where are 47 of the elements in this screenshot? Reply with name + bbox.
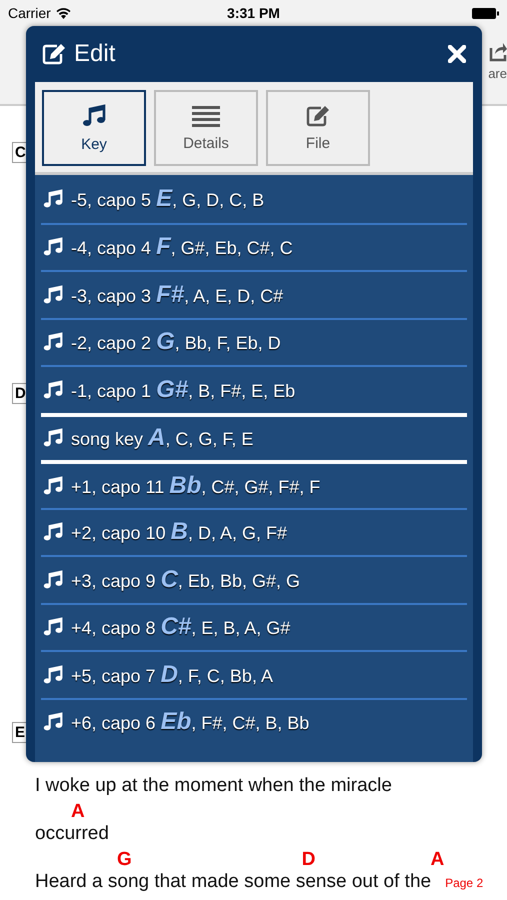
music-note-icon [43,476,63,496]
key-option[interactable]: song key A, C, G, F, E [41,412,467,460]
clock: 3:31 PM [227,5,280,21]
battery-icon [472,8,499,18]
chord-name: D [302,849,316,871]
carrier-name: Carrier [8,5,51,21]
music-note-icon [43,188,63,209]
key-option[interactable]: -1, capo 1 G#, B, F#, E, Eb [41,365,467,412]
chord-name: G [117,849,132,871]
music-note-icon [43,522,63,542]
key-option[interactable]: -3, capo 3 F#, A, E, D, C# [41,270,467,318]
music-note-icon [43,332,63,352]
wifi-icon [56,8,71,18]
key-option[interactable]: +1, capo 11 Bb, C#, G#, F#, F [41,460,467,508]
music-note-icon [82,104,106,128]
list-icon [192,104,220,126]
music-note-icon [43,617,63,638]
edit-icon [306,104,330,126]
key-option[interactable]: +2, capo 10 B, D, A, G, F# [41,508,467,555]
dialog-title: Edit [74,40,116,68]
tab[interactable]: File [266,90,370,166]
music-note-icon [43,570,63,590]
music-note-icon [43,712,63,732]
key-option[interactable]: +3, capo 9 C, Eb, Bb, G#, G [41,555,467,602]
lyric-line: I woke up at the moment when the miracle [35,775,392,797]
key-option[interactable]: -4, capo 4 F, G#, Eb, C#, C [41,222,467,270]
lyric-line: Heard a song that made some sense out of the [35,871,432,893]
chord-name: A [71,801,85,823]
key-option[interactable]: +4, capo 8 C#, E, B, A, G# [41,602,467,650]
music-note-icon [43,284,63,305]
edit-icon [42,43,66,65]
music-note-icon [43,380,63,400]
lyric-line: occurred [35,823,109,845]
close-icon [448,45,466,63]
music-note-icon [43,237,63,258]
music-note-icon [43,428,63,448]
tab[interactable]: Key [42,90,146,166]
page-number: Page 2 [445,876,484,890]
key-option[interactable]: -2, capo 2 G, Bb, F, Eb, D [41,318,467,365]
close-button[interactable] [448,45,466,63]
share-label[interactable]: are [488,66,507,81]
key-option[interactable]: +6, capo 6 Eb, F#, C#, B, Bb [41,698,467,745]
key-option[interactable]: -5, capo 5 E, G, D, C, B [41,175,467,222]
chord-name: A [430,849,444,871]
music-note-icon [43,664,63,685]
key-option[interactable]: +5, capo 7 D, F, C, Bb, A [41,650,467,698]
tab[interactable]: Details [154,90,258,166]
